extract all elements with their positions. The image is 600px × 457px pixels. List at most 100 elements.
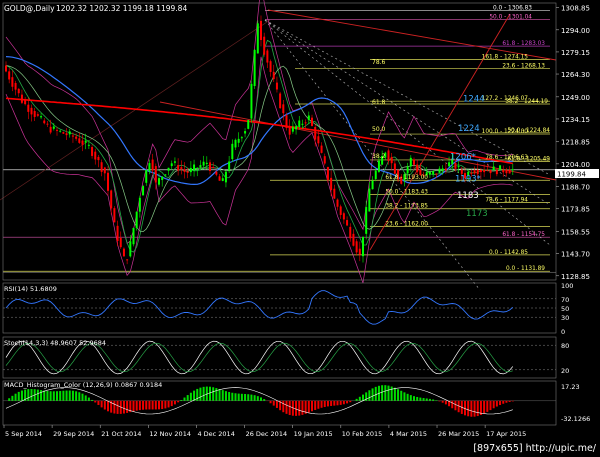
ohlc-readout: 1202.32 1202.32 1199.18 1199.84 [56,4,187,13]
macd-histogram-bar [151,400,154,410]
candle [161,176,164,181]
candle [87,144,90,146]
candle [97,156,100,161]
candle [215,171,218,175]
fibonacci-label: 50.0 - 1183.43 [385,189,428,195]
macd-histogram-bar [419,397,422,401]
candle [84,140,87,143]
level-annotation: 1193* [455,175,481,185]
candle [17,88,20,94]
candle [193,164,196,171]
macd-histogram-bar [97,400,100,405]
date-axis-label: 4 Dec 2014 [197,430,234,438]
macd-histogram-bar [56,391,58,401]
macd-histogram-bar [186,395,189,401]
fibonacci-small-label: 50.0 [372,126,386,133]
macd-histogram-bar [221,390,224,401]
candle [183,169,186,172]
macd-histogram-bar [75,391,78,401]
macd-histogram-bar [505,400,508,403]
candle [253,49,256,87]
macd-histogram-bar [326,400,329,407]
macd-histogram-bar [30,388,33,401]
rsi-title: RSI(14) 51.6809 [4,285,57,293]
macd-histogram-bar [247,394,250,401]
candle [428,171,431,175]
candle [142,186,145,196]
macd-histogram-bar [483,400,486,414]
price-axis-label: 1234.15 [561,116,590,124]
macd-histogram-bar [333,400,336,406]
candle [387,150,390,161]
candle [374,170,377,179]
date-axis-label: 19 Jan 2015 [294,430,333,438]
candle [218,176,221,181]
candle [20,94,23,103]
candle [457,166,460,168]
macd-histogram-bar [209,386,211,401]
candle [231,143,234,160]
macd-histogram-bar [349,400,352,403]
macd-histogram-bar [428,398,431,401]
macd-histogram-bar [269,400,272,404]
macd-histogram-bar [11,395,14,401]
trading-chart[interactable]: 78.6 61.8 50.0 38.2 GOLD@,Daily 1202.32 120… [0,0,600,457]
candle [119,237,122,248]
macd-histogram-bar [87,397,90,401]
candle [355,241,358,253]
fibonacci-small-label: 78.6 [372,59,386,66]
candle [189,167,192,173]
macd-histogram-bar [432,399,435,401]
candle [49,126,52,133]
macd-histogram-bar [444,400,447,405]
macd-histogram-bar [78,392,81,401]
macd-histogram-bar [368,390,371,401]
macd-histogram-bar [397,389,400,401]
date-axis-label: 26 Mar 2015 [438,430,479,438]
level-annotation: 1173 [466,209,488,219]
macd-histogram-bar [403,392,406,401]
candle [460,169,463,174]
candle [24,100,27,105]
candle [244,131,247,134]
candle [298,120,301,127]
candle [212,167,215,169]
level-annotation: 1183 [457,191,479,201]
candle [368,188,371,212]
macd-histogram-bar [390,386,393,401]
macd-histogram-bar [486,400,489,412]
macd-histogram-bar [154,400,157,410]
macd-histogram-bar [339,400,342,405]
stoch-axis-label: 80 [561,342,569,350]
candle [352,233,355,246]
rsi-axis-label: 50 [561,305,569,313]
macd-histogram-bar [202,386,205,401]
candle [46,123,49,125]
macd-histogram-bar [336,400,339,406]
candle [307,115,310,120]
macd-histogram-bar [27,389,30,401]
candle [511,169,514,171]
candle [167,167,170,171]
macd-histogram-bar [173,400,176,405]
macd-histogram-bar [116,400,119,414]
fibonacci-label: 61.8 - 1205.49 [507,157,550,163]
candle [502,169,505,173]
fibonacci-label: 38.2 - 1244.19 [505,99,548,105]
price-axis-label: 1294.00 [561,27,590,35]
candle [43,120,46,124]
macd-histogram-bar [358,396,361,401]
macd-histogram-bar [218,389,221,401]
candle [416,164,419,172]
candle [75,136,78,139]
candle [330,177,333,191]
candle [154,166,157,183]
candle [301,123,304,125]
price-axis-label: 1158.55 [561,229,590,237]
macd-histogram-bar [320,400,323,408]
macd-histogram-bar [256,396,259,401]
macd-histogram-bar [91,399,94,401]
price-axis-label: 1308.85 [561,5,590,13]
macd-histogram-bar [240,393,243,401]
candle [409,157,412,167]
